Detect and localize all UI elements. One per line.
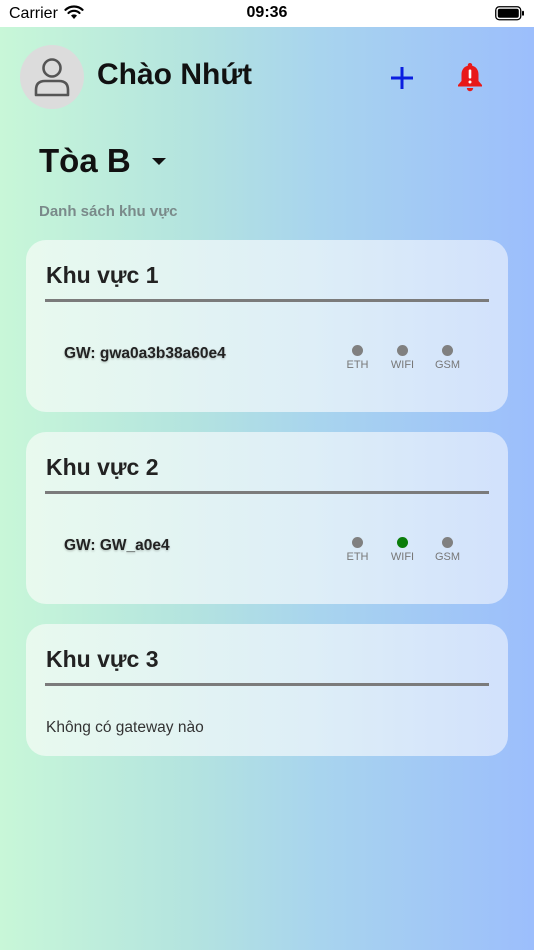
empty-gateway-text: Không có gateway nào [46,719,204,736]
gateway-row[interactable]: GW: GW_a0e4 ETH WIFI GSM [64,532,470,564]
indicator-eth: ETH [335,340,380,371]
gateway-id: GW: gwa0a3b38a60e4 [64,345,226,362]
status-dot [352,345,363,356]
area-title: Khu vực 2 [46,454,159,480]
area-title: Khu vực 3 [46,646,159,672]
status-dot [442,345,453,356]
indicator-label: GSM [434,359,461,371]
bell-alert-icon [458,63,482,92]
divider [45,683,489,686]
indicator-label: WIFI [390,551,415,563]
indicator-eth: ETH [335,532,380,563]
gateway-id: GW: GW_a0e4 [64,537,170,554]
plus-icon [391,67,413,89]
status-dot [352,537,363,548]
area-card[interactable]: Khu vực 1 GW: gwa0a3b38a60e4 ETH WIFI GS… [26,240,508,412]
section-label: Danh sách khu vực [39,203,178,220]
indicator-gsm: GSM [425,340,470,371]
greeting-title: Chào Nhứt [97,58,253,91]
screen: Carrier 09:36 Chào Nhứt Tòa B Danh sách … [0,0,534,950]
indicator-label: GSM [434,551,461,563]
area-card[interactable]: Khu vực 3 Không có gateway nào [26,624,508,756]
user-icon [34,58,70,97]
area-card[interactable]: Khu vực 2 GW: GW_a0e4 ETH WIFI GSM [26,432,508,604]
connection-indicators: ETH WIFI GSM [335,340,470,371]
add-button[interactable] [386,62,418,94]
battery-icon [495,6,525,26]
area-title: Khu vực 1 [46,262,159,288]
indicator-label: ETH [346,551,369,563]
connection-indicators: ETH WIFI GSM [335,532,470,563]
gateway-row[interactable]: GW: gwa0a3b38a60e4 ETH WIFI GSM [64,340,470,372]
indicator-wifi: WIFI [380,340,425,371]
dropdown-arrow-icon [151,157,166,165]
alarm-button[interactable] [453,58,487,96]
status-dot [442,537,453,548]
divider [45,491,489,494]
status-dot [397,345,408,356]
indicator-label: ETH [346,359,369,371]
building-name: Tòa B [39,142,131,179]
indicator-gsm: GSM [425,532,470,563]
indicator-wifi: WIFI [380,532,425,563]
divider [45,299,489,302]
status-dot [397,537,408,548]
clock: 09:36 [246,4,288,21]
building-select[interactable]: Tòa B [39,142,167,180]
indicator-label: WIFI [390,359,415,371]
avatar[interactable] [20,45,84,109]
status-bar: Carrier 09:36 [0,0,534,27]
